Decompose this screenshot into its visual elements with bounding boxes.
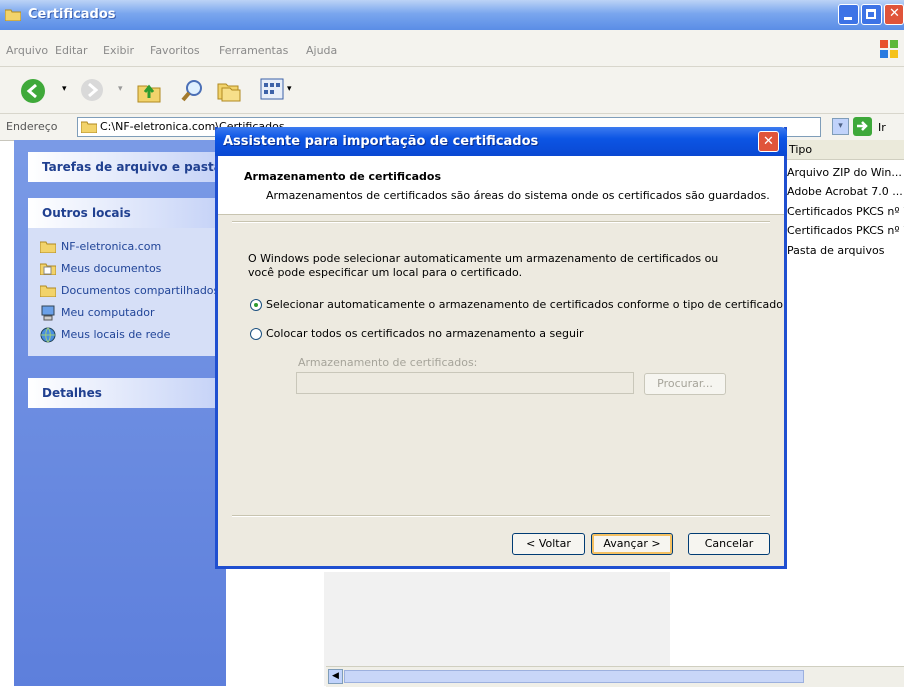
folder-icon bbox=[40, 241, 56, 253]
folder-icon bbox=[5, 9, 21, 21]
shared-folder-icon bbox=[40, 285, 56, 297]
forward-dropdown-icon[interactable]: ▾ bbox=[118, 84, 123, 94]
menu-favoritos[interactable]: Favoritos bbox=[150, 44, 200, 57]
go-label[interactable]: Ir bbox=[878, 121, 886, 134]
other-place-item[interactable]: Meus documentos bbox=[40, 260, 220, 278]
other-places-list: NF-eletronica.com Meus documentos Docume… bbox=[28, 228, 218, 356]
header-divider bbox=[232, 221, 770, 223]
horizontal-scrollbar[interactable]: ◀ bbox=[326, 666, 904, 687]
forward-arrow-icon[interactable] bbox=[80, 78, 104, 102]
other-place-item[interactable]: Meu computador bbox=[40, 304, 220, 322]
menu-bar: Arquivo Editar Exibir Favoritos Ferramen… bbox=[0, 30, 904, 67]
other-place-item[interactable]: Documentos compartilhados bbox=[40, 282, 218, 300]
address-dropdown-icon[interactable]: ▾ bbox=[832, 118, 849, 135]
tasks-box-header[interactable]: Tarefas de arquivo e pasta bbox=[28, 152, 222, 182]
store-input[interactable] bbox=[296, 372, 634, 394]
views-dropdown-icon[interactable]: ▾ bbox=[287, 84, 292, 94]
radio-manual-store[interactable] bbox=[250, 328, 262, 340]
file-type-cell[interactable]: Adobe Acrobat 7.0 ... bbox=[787, 185, 903, 198]
other-places-box-header[interactable]: Outros locais bbox=[28, 198, 218, 228]
other-place-item[interactable]: Meus locais de rede bbox=[40, 326, 220, 344]
scroll-left-icon[interactable]: ◀ bbox=[328, 669, 343, 684]
store-label: Armazenamento de certificados: bbox=[298, 356, 478, 369]
other-place-label: Meus documentos bbox=[61, 262, 162, 275]
description-line: você pode especificar um local para o ce… bbox=[248, 266, 523, 279]
other-place-label: Meu computador bbox=[61, 306, 155, 319]
network-icon bbox=[40, 327, 56, 343]
other-place-item[interactable]: NF-eletronica.com bbox=[40, 238, 220, 256]
description-line: O Windows pode selecionar automaticament… bbox=[248, 252, 719, 265]
go-arrow-icon[interactable] bbox=[853, 117, 872, 136]
radio-auto-store[interactable] bbox=[250, 299, 262, 311]
documents-folder-icon bbox=[40, 263, 56, 275]
minimize-button[interactable] bbox=[838, 4, 859, 25]
other-places-header: Outros locais bbox=[42, 206, 131, 220]
folder-icon bbox=[81, 121, 97, 133]
back-button[interactable]: < Voltar bbox=[512, 533, 585, 555]
menu-arquivo[interactable]: Arquivo bbox=[6, 44, 48, 57]
dialog-title: Assistente para importação de certificad… bbox=[223, 134, 539, 149]
back-dropdown-icon[interactable]: ▾ bbox=[62, 84, 67, 94]
menu-ajuda[interactable]: Ajuda bbox=[306, 44, 337, 57]
file-type-cell[interactable]: Arquivo ZIP do Win... bbox=[787, 166, 902, 179]
footer-divider bbox=[232, 515, 770, 517]
browse-button[interactable]: Procurar... bbox=[644, 373, 726, 395]
window-title: Certificados bbox=[28, 7, 116, 22]
folders-icon[interactable] bbox=[216, 78, 242, 104]
menu-ferramentas[interactable]: Ferramentas bbox=[219, 44, 288, 57]
file-type-cell[interactable]: Pasta de arquivos bbox=[787, 244, 884, 257]
radio-auto-label[interactable]: Selecionar automaticamente o armazenamen… bbox=[266, 298, 783, 311]
up-folder-icon[interactable] bbox=[136, 78, 162, 104]
other-place-label: Meus locais de rede bbox=[61, 328, 171, 341]
type-header-label: Tipo bbox=[789, 143, 813, 156]
search-icon[interactable] bbox=[180, 78, 206, 104]
details-box-header[interactable]: Detalhes bbox=[28, 378, 218, 408]
dialog-header: Armazenamento de certificados Armazename… bbox=[218, 156, 784, 215]
file-type-cell[interactable]: Certificados PKCS nº 7 bbox=[787, 224, 904, 237]
dialog-close-button[interactable]: ✕ bbox=[758, 131, 779, 152]
radio-manual-label[interactable]: Colocar todos os certificados no armazen… bbox=[266, 327, 584, 340]
computer-icon bbox=[41, 305, 55, 321]
scrollbar-thumb[interactable] bbox=[344, 670, 804, 683]
cancel-button[interactable]: Cancelar bbox=[688, 533, 770, 555]
dialog-title-bar: Assistente para importação de certificad… bbox=[215, 127, 787, 156]
other-place-label: NF-eletronica.com bbox=[61, 240, 162, 253]
menu-exibir[interactable]: Exibir bbox=[103, 44, 134, 57]
back-arrow-icon[interactable] bbox=[20, 78, 46, 104]
windows-logo-icon bbox=[880, 40, 898, 58]
other-place-label: Documentos compartilhados bbox=[61, 284, 218, 297]
next-button[interactable]: Avançar > bbox=[591, 533, 673, 555]
file-type-cell[interactable]: Certificados PKCS nº 7 bbox=[787, 205, 904, 218]
dialog-heading: Armazenamento de certificados bbox=[244, 170, 442, 183]
menu-editar[interactable]: Editar bbox=[55, 44, 88, 57]
close-window-button[interactable]: ✕ bbox=[884, 4, 904, 25]
address-label: Endereço bbox=[6, 120, 58, 133]
dialog-subheading: Armazenamentos de certificados são áreas… bbox=[266, 189, 770, 202]
maximize-button[interactable] bbox=[861, 4, 882, 25]
details-header: Detalhes bbox=[42, 386, 102, 400]
views-icon[interactable] bbox=[260, 78, 284, 100]
explorer-title-bar: Certificados ✕ bbox=[0, 0, 904, 30]
tasks-header: Tarefas de arquivo e pasta bbox=[42, 160, 222, 174]
type-column-header[interactable]: Tipo bbox=[785, 140, 904, 160]
